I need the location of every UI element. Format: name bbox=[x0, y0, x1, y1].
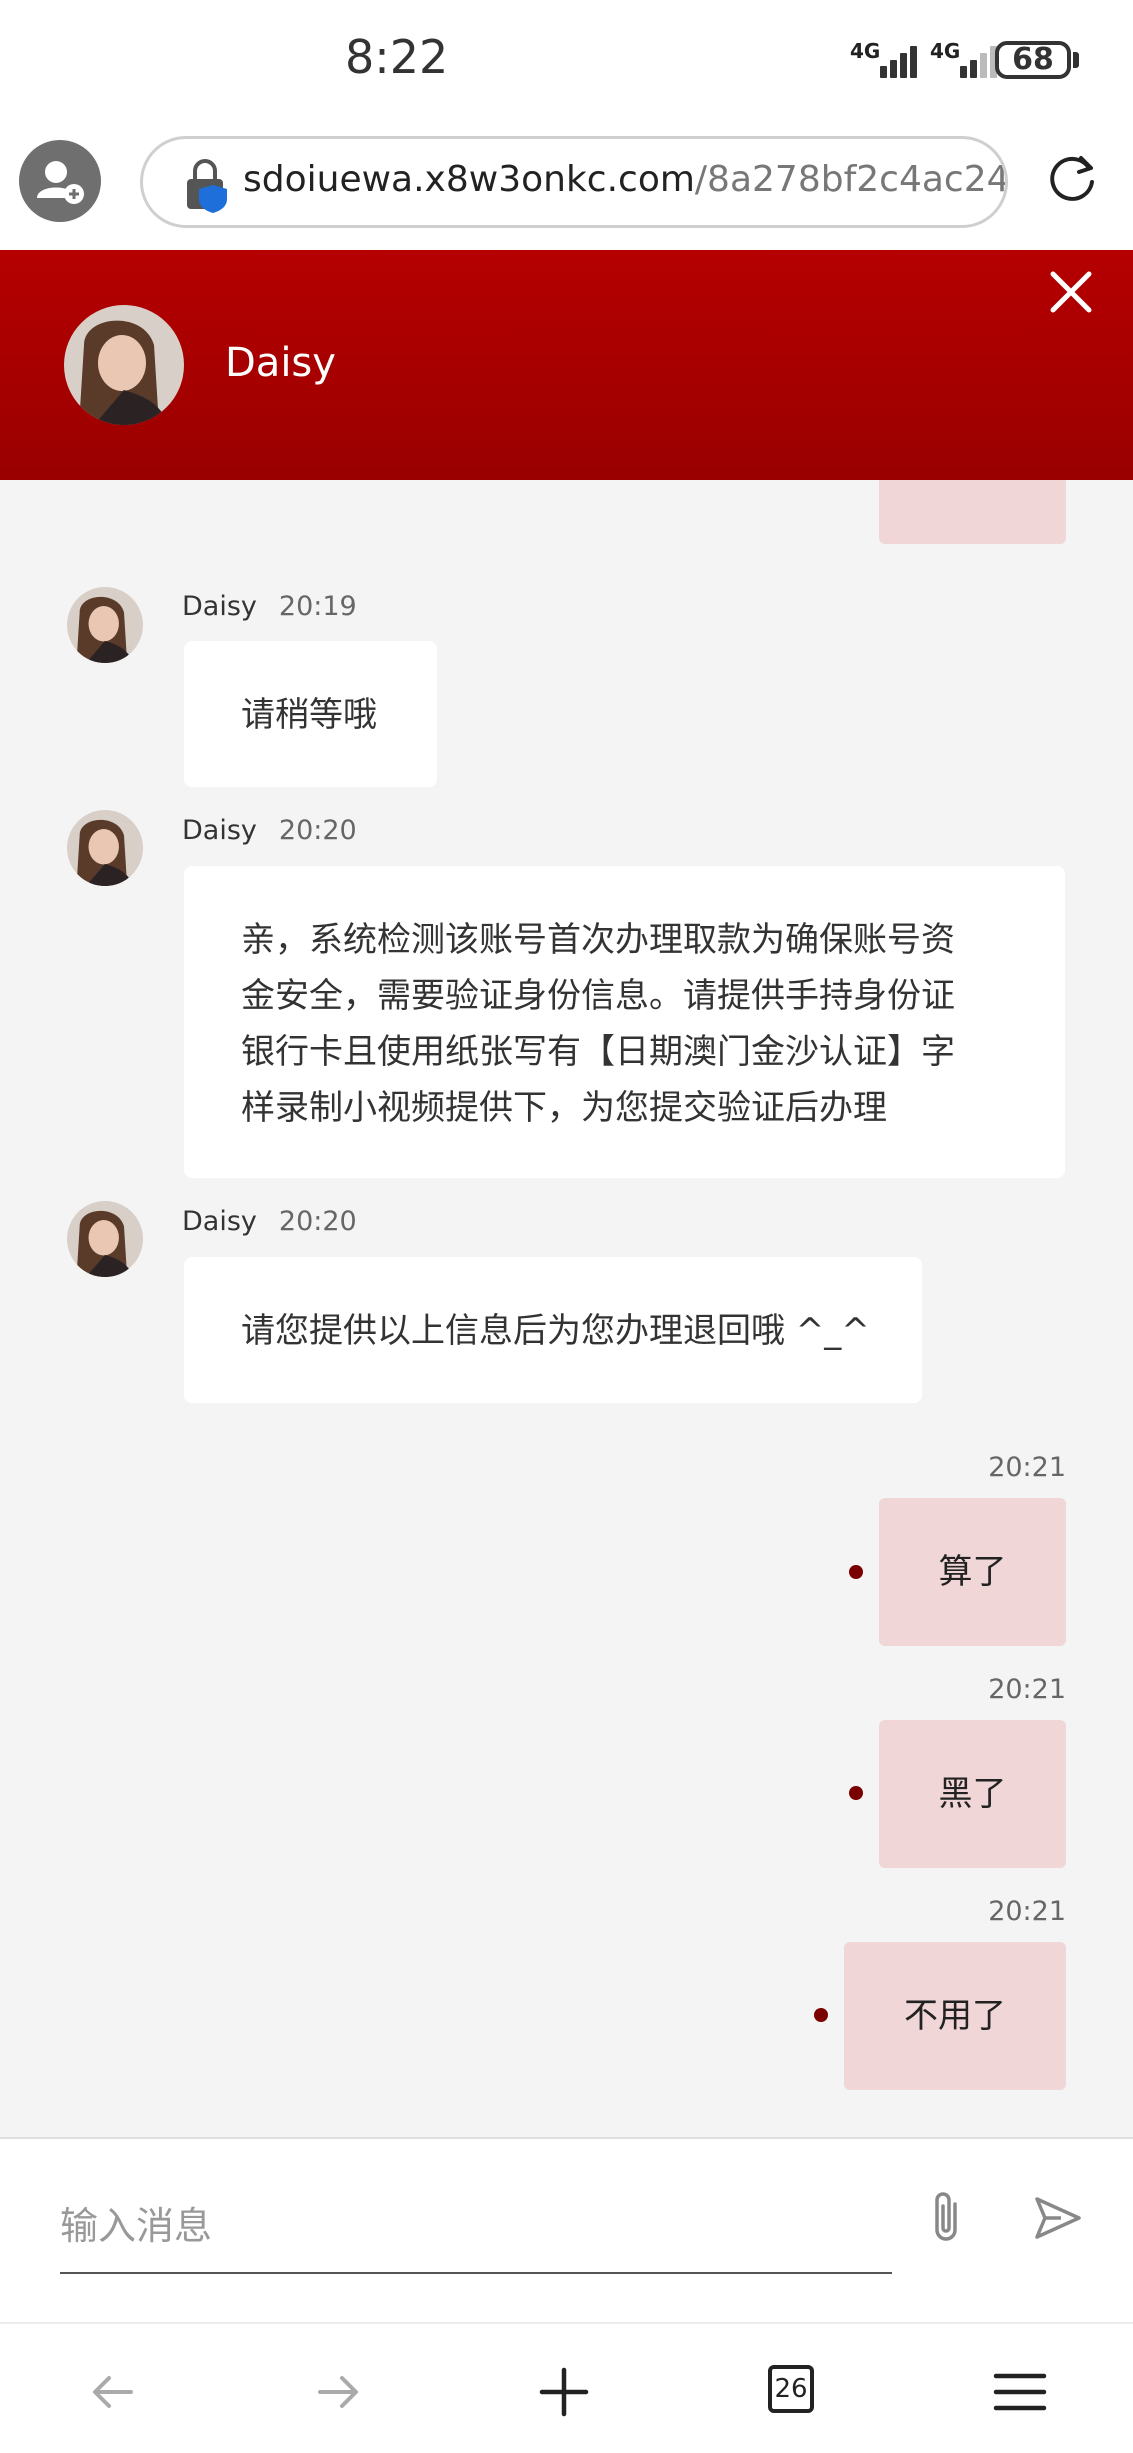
battery-tip bbox=[1073, 52, 1079, 68]
battery-icon: 68 bbox=[995, 41, 1071, 79]
new-tab-plus-icon[interactable] bbox=[532, 2360, 596, 2424]
address-bar[interactable]: sdoiuewa.x8w3onkc.com/8a278bf2c4ac247f87… bbox=[140, 136, 1008, 228]
message-bubble-outgoing-partial bbox=[879, 480, 1066, 544]
message-meta: Daisy 20:20 bbox=[182, 1206, 357, 1237]
sender-name: Daisy bbox=[182, 1206, 257, 1237]
url-text: sdoiuewa.x8w3onkc.com/8a278bf2c4ac247f87… bbox=[243, 159, 1008, 200]
send-icon[interactable] bbox=[1033, 2193, 1083, 2243]
delivery-status-dot bbox=[849, 1565, 863, 1579]
message-text: 黑了 bbox=[938, 1774, 1007, 1814]
delivery-status-dot bbox=[814, 2008, 828, 2022]
menu-icon[interactable] bbox=[988, 2360, 1052, 2424]
message-time: 20:21 bbox=[988, 1674, 1066, 1705]
message-time: 20:20 bbox=[278, 815, 357, 846]
status-time: 8:22 bbox=[345, 30, 449, 84]
profile-button[interactable] bbox=[19, 140, 101, 222]
message-time: 20:19 bbox=[278, 591, 357, 622]
contact-avatar bbox=[64, 305, 184, 425]
message-time: 20:21 bbox=[988, 1452, 1066, 1483]
back-arrow-icon[interactable] bbox=[81, 2360, 145, 2424]
reload-icon[interactable] bbox=[1045, 152, 1099, 206]
message-text-line: 亲，系统检测该账号首次办理取款为确保账号资 bbox=[241, 920, 955, 960]
message-time: 20:20 bbox=[278, 1206, 357, 1237]
message-time: 20:21 bbox=[988, 1896, 1066, 1927]
add-user-icon bbox=[37, 161, 84, 204]
message-bubble-incoming: 亲，系统检测该账号首次办理取款为确保账号资 金安全，需要验证身份信息。请提供手持… bbox=[184, 866, 1065, 1178]
message-text-line: 银行卡且使用纸张写有【日期澳门金沙认证】字 bbox=[241, 1032, 955, 1072]
url-domain: sdoiuewa.x8w3onkc.com bbox=[243, 159, 695, 200]
network-type-1: 4G bbox=[850, 39, 881, 63]
avatar-photo bbox=[64, 305, 184, 425]
forward-arrow-icon[interactable] bbox=[306, 2360, 370, 2424]
avatar-photo bbox=[67, 587, 143, 663]
sender-avatar bbox=[67, 1201, 143, 1277]
avatar-photo bbox=[67, 810, 143, 886]
message-text: 请稍等哦 bbox=[241, 695, 377, 735]
avatar-photo bbox=[67, 1201, 143, 1277]
tabs-button[interactable]: 26 bbox=[768, 2365, 814, 2413]
sender-name: Daisy bbox=[182, 591, 257, 622]
message-input[interactable] bbox=[60, 2180, 892, 2274]
lock-shield-icon bbox=[187, 159, 227, 213]
message-meta: Daisy 20:19 bbox=[182, 591, 357, 622]
message-bubble-incoming: 请您提供以上信息后为您办理退回哦 ^_^ bbox=[184, 1257, 922, 1403]
network-type-2: 4G bbox=[930, 39, 961, 63]
message-bubble-outgoing: 黑了 bbox=[879, 1720, 1066, 1868]
sender-avatar bbox=[67, 587, 143, 663]
message-text: 算了 bbox=[938, 1552, 1007, 1592]
message-bubble-outgoing: 不用了 bbox=[844, 1942, 1066, 2090]
contact-name: Daisy bbox=[225, 340, 336, 386]
url-path: /8a278bf2c4ac247f87l bbox=[694, 159, 1008, 200]
delivery-status-dot bbox=[849, 1786, 863, 1800]
message-meta: Daisy 20:20 bbox=[182, 815, 357, 846]
message-text: 不用了 bbox=[904, 1996, 1006, 2036]
paperclip-icon[interactable] bbox=[925, 2190, 967, 2246]
message-text-line: 金安全，需要验证身份信息。请提供手持身份证 bbox=[241, 976, 955, 1016]
message-bubble-outgoing: 算了 bbox=[879, 1498, 1066, 1646]
message-text: 请您提供以上信息后为您办理退回哦 ^_^ bbox=[241, 1311, 870, 1351]
message-bubble-incoming: 请稍等哦 bbox=[184, 641, 437, 787]
battery-level: 68 bbox=[1012, 42, 1054, 77]
sender-name: Daisy bbox=[182, 815, 257, 846]
sender-avatar bbox=[67, 810, 143, 886]
message-text-line: 样录制小视频提供下，为您提交验证后办理 bbox=[241, 1088, 887, 1128]
close-icon[interactable] bbox=[1047, 268, 1095, 316]
